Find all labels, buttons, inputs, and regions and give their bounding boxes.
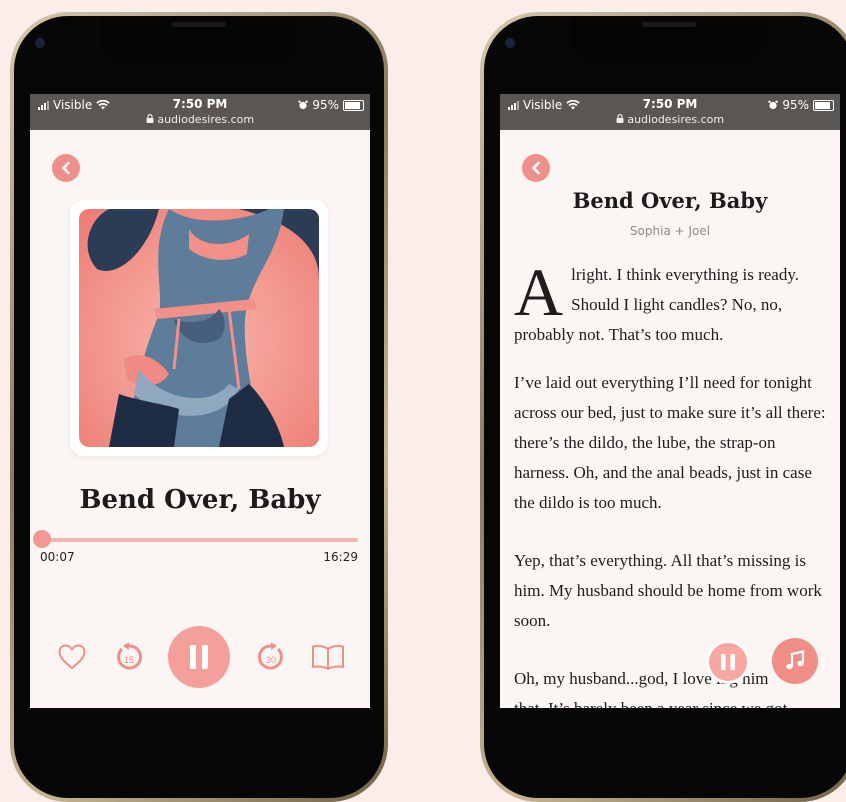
back-button[interactable]: [522, 154, 550, 182]
floating-music-button[interactable]: [772, 638, 818, 684]
story-title: Bend Over, Baby: [572, 188, 768, 213]
alarm-icon: [298, 100, 309, 110]
time-elapsed: 00:07: [40, 550, 75, 564]
story-paragraph: that. It’s barely been a year since we g…: [514, 694, 830, 708]
story-paragraph: I’ve laid out everything I’ll need for t…: [514, 373, 826, 512]
battery: 95%: [298, 98, 364, 112]
speaker: [642, 22, 696, 27]
battery-icon: [343, 99, 364, 111]
progress-knob[interactable]: [33, 530, 51, 548]
story-paragraph: Alright. I think everything is ready. Sh…: [514, 254, 830, 350]
pause-icon: [721, 654, 735, 670]
floating-pause-button[interactable]: [706, 640, 750, 684]
forward-30-icon: 30: [257, 642, 283, 670]
alarm-icon: [768, 100, 779, 110]
chevron-left-icon: [532, 161, 540, 175]
heart-icon: [58, 644, 86, 670]
url-text: audiodesires.com: [157, 113, 255, 126]
progress-bar[interactable]: [42, 538, 358, 542]
camera: [505, 38, 515, 48]
forward-30-label: 30: [266, 655, 276, 665]
phone-bezel: Visible 7:50 PM audiodesires.com 95% Ben…: [14, 16, 384, 798]
paragraph-text: Oh, my husband...god, I love: [514, 669, 712, 688]
rewind-15-button[interactable]: 15: [112, 640, 146, 674]
pause-icon: [190, 645, 208, 669]
drop-cap: A: [514, 254, 564, 330]
status-bar: Visible 7:50 PM audiodesires.com 95%: [500, 94, 840, 130]
lock-icon: [146, 114, 154, 123]
story-paragraph: Yep, that’s everything. All that’s missi…: [514, 551, 822, 630]
notch: [35, 16, 297, 64]
chevron-left-icon: [62, 161, 70, 175]
read-story-button[interactable]: [310, 642, 346, 672]
speaker: [172, 22, 226, 27]
battery: 95%: [768, 98, 834, 112]
camera: [35, 38, 45, 48]
time-total: 16:29: [323, 550, 358, 564]
favorite-button[interactable]: [56, 642, 88, 672]
reader-screen: Bend Over, Baby Sophia + Joel Alright. I…: [500, 130, 840, 708]
music-note-icon: [786, 650, 805, 670]
pause-button[interactable]: [168, 626, 230, 688]
battery-percent: 95%: [782, 98, 809, 112]
battery-icon: [813, 99, 834, 111]
story-authors: Sophia + Joel: [629, 224, 711, 238]
phone-player: Visible 7:50 PM audiodesires.com 95% Ben…: [10, 12, 388, 802]
phone-reader: Visible 7:50 PM audiodesires.com 95% Ben…: [480, 12, 846, 802]
url-bar[interactable]: audiodesires.com: [30, 113, 370, 126]
back-button[interactable]: [52, 154, 80, 182]
track-title: Bend Over, Baby: [79, 485, 321, 515]
rewind-15-label: 15: [124, 655, 134, 665]
cover-art-frame: [70, 200, 328, 456]
player-screen: Bend Over, Baby 00:07 16:29 15 30: [30, 130, 370, 708]
phone-bezel: Visible 7:50 PM audiodesires.com 95% Ben…: [484, 16, 846, 798]
book-icon: [312, 645, 344, 670]
notch: [505, 16, 767, 64]
rewind-15-icon: 15: [117, 642, 143, 670]
forward-30-button[interactable]: 30: [254, 640, 288, 674]
cover-illustration: [79, 209, 319, 447]
url-text: audiodesires.com: [627, 113, 725, 126]
lock-icon: [616, 114, 624, 123]
status-bar: Visible 7:50 PM audiodesires.com 95%: [30, 94, 370, 130]
url-bar[interactable]: audiodesires.com: [500, 113, 840, 126]
cover-art: [79, 209, 319, 447]
player-controls: 15 30: [30, 626, 370, 690]
battery-percent: 95%: [312, 98, 339, 112]
